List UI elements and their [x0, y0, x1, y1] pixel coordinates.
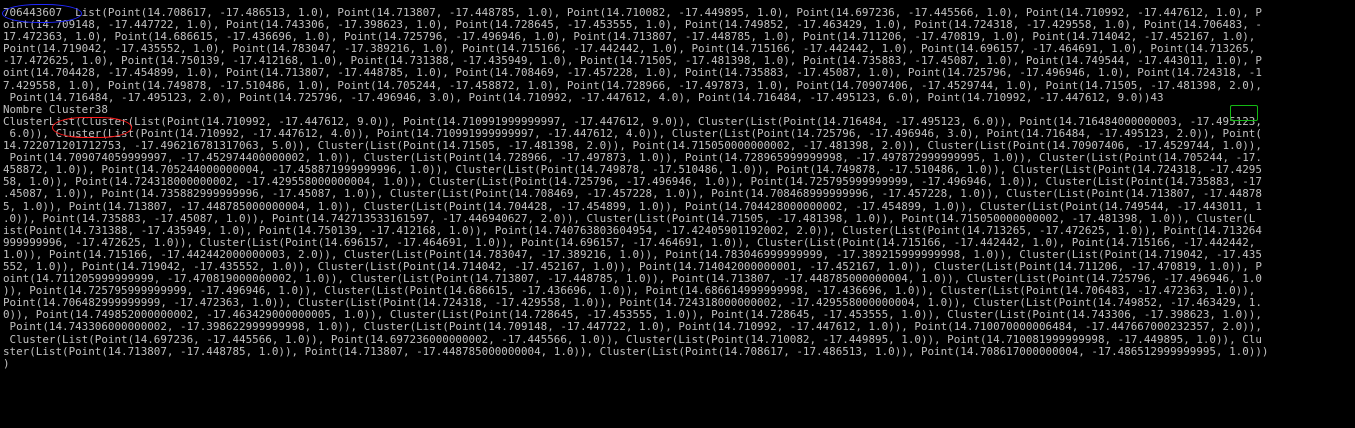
console-line: Point(14.743306000000002, -17.3986229999…: [3, 320, 1262, 334]
console-line: ): [3, 356, 10, 370]
console-line: 7.429558, 1.0), Point(14.749878, -17.510…: [3, 78, 1262, 92]
console-output: 706443607 List(Point(14.708617, -17.4865…: [0, 0, 1355, 428]
console-line: ist(Point(14.731388, -17.435949, 1.0), P…: [3, 223, 1262, 237]
console-line: 5, 1.0)), Point(14.713807, -17.448785000…: [3, 199, 1262, 213]
console-line: .45087, 1.0)), Point(14.735882999999996,…: [3, 187, 1262, 201]
console-line: Point(14.716484, -17.495123, 2.0), Point…: [3, 90, 1164, 104]
console-line: oint(14.704428, -17.454899, 1.0), Point(…: [3, 66, 1262, 80]
console-line: Cluster(List(Point(14.697236, -17.445566…: [3, 332, 1262, 346]
console-line: ster(List(Point(14.713807, -17.448785, 1…: [3, 344, 1269, 358]
console-line: .0)), Point(14.735883, -17.45087, 1.0)),…: [3, 211, 1256, 225]
